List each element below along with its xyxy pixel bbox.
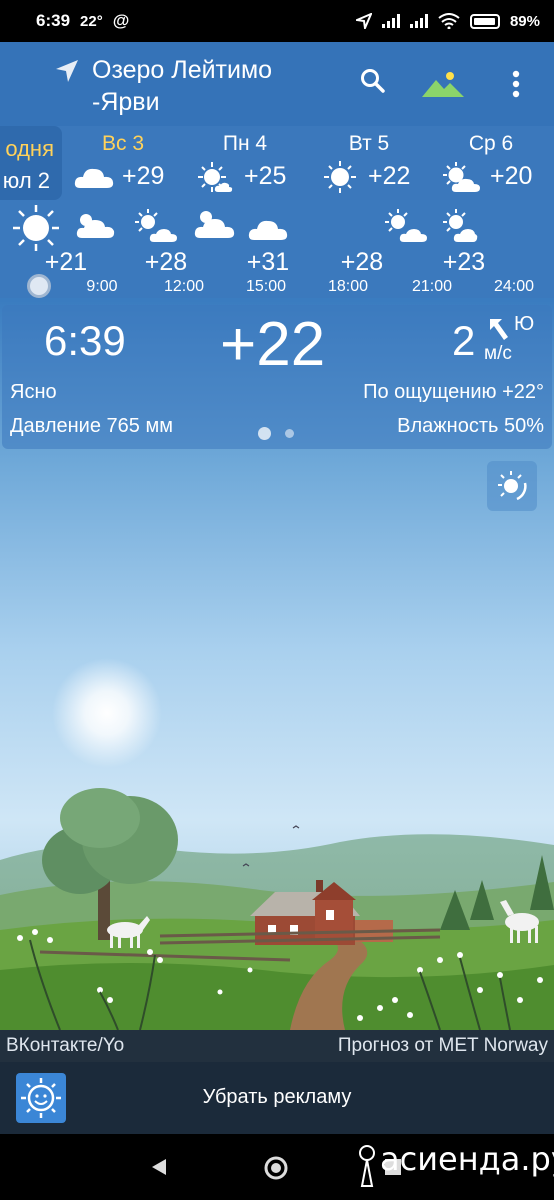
sun-icon	[324, 161, 356, 193]
hour-time: 9:00	[86, 278, 118, 295]
feels-like: По ощущению +22°	[363, 381, 544, 403]
signal-icon	[381, 14, 400, 28]
credits-bar: ВКонтакте/Yo Прогноз от MET Norway	[0, 1030, 554, 1062]
sun-cloud-icon	[443, 209, 478, 242]
landscape-illustration	[0, 658, 554, 1030]
wind-unit: м/с	[484, 343, 512, 364]
hour-time: 15:00	[245, 278, 287, 295]
day-sun-3[interactable]: Вс 3 +29	[62, 126, 184, 200]
day-temp: +29	[122, 162, 165, 190]
hour-temp: +28	[144, 248, 188, 276]
wifi-icon	[438, 13, 460, 29]
day-name: Пн 4	[222, 132, 268, 155]
today-date: юл 2	[2, 168, 50, 193]
more-vert-icon[interactable]	[512, 70, 520, 98]
hour-temp: +23	[442, 248, 486, 276]
navigation-arrow-icon[interactable]	[54, 58, 80, 84]
home-icon[interactable]	[263, 1155, 289, 1181]
battery-percent: 89%	[509, 12, 540, 30]
location-arrow-icon	[355, 13, 372, 29]
page-indicator	[258, 427, 294, 440]
search-icon[interactable]	[360, 68, 386, 94]
sun-glow	[52, 658, 162, 768]
status-bar: 6:39 22° @ 89%	[0, 0, 554, 42]
app-header: Озеро Лейтимо -Ярви	[0, 42, 554, 126]
current-time-marker	[27, 274, 51, 298]
sun-cloud-icon	[76, 214, 115, 238]
watermark-text: асиенда.ру	[380, 1140, 554, 1178]
hour-temp: +28	[340, 248, 384, 276]
status-time: 6:39	[36, 11, 71, 30]
tab-today[interactable]: одня юл 2	[0, 126, 62, 200]
battery-icon	[469, 13, 500, 29]
today-label: одня	[5, 136, 54, 161]
hour-time: 24:00	[493, 278, 535, 295]
at-icon: @	[112, 11, 130, 30]
day-name: Ср 6	[468, 132, 514, 155]
day-temp: +25	[244, 162, 287, 190]
location-line-1: Озеро Лейтимо	[92, 56, 273, 84]
cloud-icon	[248, 220, 288, 240]
hour-time: 12:00	[163, 278, 205, 295]
day-mon-4[interactable]: Пн 4 +25	[184, 126, 306, 200]
wind-speed: 2	[452, 317, 476, 364]
current-conditions-card[interactable]: 6:39 +22 2 Ю м/с Ясно По ощущению +22° Д…	[2, 305, 552, 449]
watermark-logo-icon	[359, 1145, 375, 1187]
weather-screen: 6:39 22° @ 89% Озеро Лейтимо -Ярви одня …	[0, 0, 554, 1200]
current-time: 6:39	[44, 317, 126, 364]
day-tue-5[interactable]: Вт 5 +22	[308, 126, 430, 200]
hourly-forecast[interactable]: +21 +28 +31 +28 +23 9:00 12:00 15:00 18:…	[0, 200, 554, 298]
page-dot-active	[258, 427, 271, 440]
hour-temp: +21	[44, 248, 88, 276]
sun-small-cloud-icon	[198, 162, 233, 192]
location-title[interactable]: Озеро Лейтимо -Ярви	[92, 54, 272, 118]
day-name: Вс 3	[101, 132, 145, 155]
sun-icon	[13, 205, 59, 251]
sun-cloud-icon	[385, 209, 427, 242]
landscape-icon[interactable]	[422, 70, 464, 98]
sun-info-button[interactable]	[487, 461, 537, 511]
hour-temp: +31	[246, 248, 290, 276]
forecast-source[interactable]: Прогноз от MET Norway	[338, 1035, 548, 1057]
signal-icon-2	[409, 14, 428, 28]
status-temp-badge: 22°	[80, 12, 103, 30]
sun-cloud-icon	[194, 211, 235, 238]
sun-cloud-icon	[135, 209, 177, 242]
hour-time: 18:00	[327, 278, 369, 295]
condition-text: Ясно	[10, 381, 57, 403]
remove-ads-label[interactable]: Убрать рекламу	[0, 1086, 554, 1109]
back-icon[interactable]	[150, 1158, 168, 1176]
author-credit[interactable]: ВКонтакте/Yo	[6, 1035, 124, 1057]
hour-time: 21:00	[411, 278, 453, 295]
pressure: Давление 765 мм	[10, 415, 173, 437]
day-temp: +20	[490, 162, 533, 190]
humidity: Влажность 50%	[397, 415, 544, 437]
sun-cloud-icon	[443, 162, 480, 192]
location-line-2: -Ярви	[92, 88, 160, 116]
day-temp: +22	[368, 162, 411, 190]
page-dot	[285, 429, 294, 438]
sunrise-icon	[498, 471, 527, 501]
day-wed-6[interactable]: Ср 6 +20	[430, 126, 552, 200]
remove-ads-bar[interactable]: Убрать рекламу	[0, 1062, 554, 1134]
daily-forecast: одня юл 2 Вс 3 +29 Пн 4 +25 Вт 5 +22 Ср …	[0, 126, 554, 200]
wind-direction: Ю	[514, 313, 535, 335]
day-name: Вт 5	[348, 132, 390, 155]
cloud-icon	[74, 168, 114, 188]
current-temperature: +22	[220, 310, 326, 379]
wind-direction-arrow-icon	[490, 319, 508, 340]
